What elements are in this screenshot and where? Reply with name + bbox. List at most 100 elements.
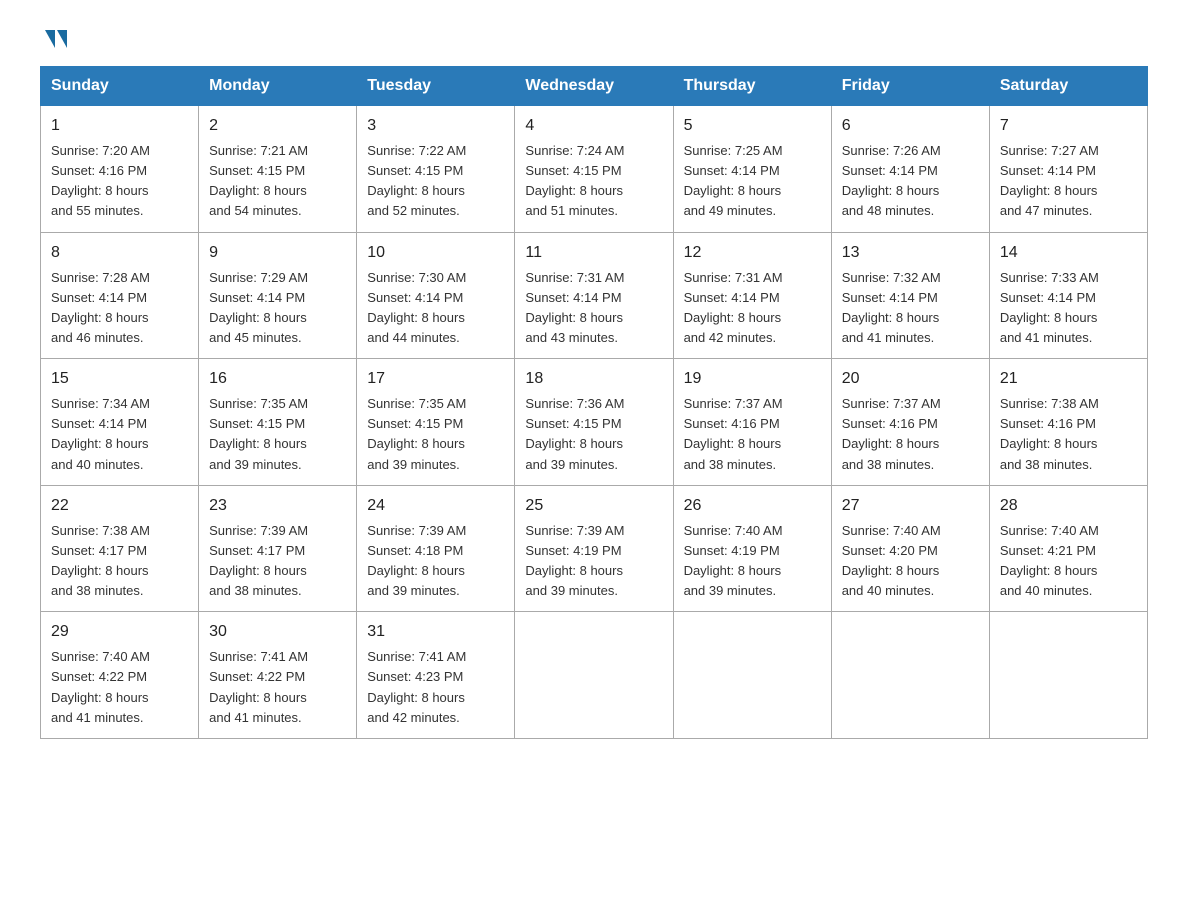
header-friday: Friday <box>831 67 989 106</box>
calendar-cell: 20 Sunrise: 7:37 AMSunset: 4:16 PMDayligh… <box>831 359 989 486</box>
calendar-cell: 26 Sunrise: 7:40 AMSunset: 4:19 PMDayligh… <box>673 485 831 612</box>
day-number: 23 <box>209 494 346 518</box>
calendar-cell: 23 Sunrise: 7:39 AMSunset: 4:17 PMDayligh… <box>199 485 357 612</box>
day-info: Sunrise: 7:21 AMSunset: 4:15 PMDaylight:… <box>209 143 308 218</box>
calendar-cell: 31 Sunrise: 7:41 AMSunset: 4:23 PMDayligh… <box>357 612 515 739</box>
day-number: 5 <box>684 114 821 138</box>
calendar-cell: 14 Sunrise: 7:33 AMSunset: 4:14 PMDayligh… <box>989 232 1147 359</box>
day-info: Sunrise: 7:34 AMSunset: 4:14 PMDaylight:… <box>51 396 150 471</box>
day-number: 2 <box>209 114 346 138</box>
day-number: 7 <box>1000 114 1137 138</box>
day-number: 15 <box>51 367 188 391</box>
day-number: 14 <box>1000 241 1137 265</box>
day-info: Sunrise: 7:40 AMSunset: 4:20 PMDaylight:… <box>842 523 941 598</box>
day-info: Sunrise: 7:31 AMSunset: 4:14 PMDaylight:… <box>684 270 783 345</box>
calendar-cell: 24 Sunrise: 7:39 AMSunset: 4:18 PMDayligh… <box>357 485 515 612</box>
calendar-cell: 10Sunrise: 7:30 AMSunset: 4:14 PMDayligh… <box>357 232 515 359</box>
calendar-week-5: 29 Sunrise: 7:40 AMSunset: 4:22 PMDayligh… <box>41 612 1148 739</box>
header-wednesday: Wednesday <box>515 67 673 106</box>
calendar-cell: 28 Sunrise: 7:40 AMSunset: 4:21 PMDayligh… <box>989 485 1147 612</box>
day-number: 29 <box>51 620 188 644</box>
day-number: 18 <box>525 367 662 391</box>
day-number: 22 <box>51 494 188 518</box>
calendar-cell: 7Sunrise: 7:27 AMSunset: 4:14 PMDaylight… <box>989 106 1147 233</box>
day-info: Sunrise: 7:40 AMSunset: 4:22 PMDaylight:… <box>51 649 150 724</box>
day-number: 31 <box>367 620 504 644</box>
page-header <box>40 30 1148 46</box>
day-info: Sunrise: 7:41 AMSunset: 4:23 PMDaylight:… <box>367 649 466 724</box>
day-number: 17 <box>367 367 504 391</box>
header-tuesday: Tuesday <box>357 67 515 106</box>
header-saturday: Saturday <box>989 67 1147 106</box>
calendar-table: SundayMondayTuesdayWednesdayThursdayFrid… <box>40 66 1148 739</box>
day-info: Sunrise: 7:31 AMSunset: 4:14 PMDaylight:… <box>525 270 624 345</box>
calendar-cell: 16 Sunrise: 7:35 AMSunset: 4:15 PMDayligh… <box>199 359 357 486</box>
day-number: 28 <box>1000 494 1137 518</box>
calendar-cell <box>831 612 989 739</box>
calendar-cell: 4Sunrise: 7:24 AMSunset: 4:15 PMDaylight… <box>515 106 673 233</box>
day-number: 3 <box>367 114 504 138</box>
day-info: Sunrise: 7:36 AMSunset: 4:15 PMDaylight:… <box>525 396 624 471</box>
day-info: Sunrise: 7:40 AMSunset: 4:19 PMDaylight:… <box>684 523 783 598</box>
calendar-cell <box>515 612 673 739</box>
day-info: Sunrise: 7:39 AMSunset: 4:18 PMDaylight:… <box>367 523 466 598</box>
day-number: 13 <box>842 241 979 265</box>
calendar-week-3: 15 Sunrise: 7:34 AMSunset: 4:14 PMDayligh… <box>41 359 1148 486</box>
day-info: Sunrise: 7:22 AMSunset: 4:15 PMDaylight:… <box>367 143 466 218</box>
logo-arrow-2 <box>57 30 67 48</box>
calendar-week-1: 1 Sunrise: 7:20 AMSunset: 4:16 PMDaylight… <box>41 106 1148 233</box>
calendar-cell: 3 Sunrise: 7:22 AMSunset: 4:15 PMDaylight… <box>357 106 515 233</box>
calendar-cell: 27 Sunrise: 7:40 AMSunset: 4:20 PMDayligh… <box>831 485 989 612</box>
calendar-cell: 6Sunrise: 7:26 AMSunset: 4:14 PMDaylight… <box>831 106 989 233</box>
day-number: 25 <box>525 494 662 518</box>
calendar-cell: 1 Sunrise: 7:20 AMSunset: 4:16 PMDaylight… <box>41 106 199 233</box>
day-info: Sunrise: 7:33 AMSunset: 4:14 PMDaylight:… <box>1000 270 1099 345</box>
calendar-cell: 25 Sunrise: 7:39 AMSunset: 4:19 PMDayligh… <box>515 485 673 612</box>
calendar-header-row: SundayMondayTuesdayWednesdayThursdayFrid… <box>41 67 1148 106</box>
calendar-cell: 8 Sunrise: 7:28 AMSunset: 4:14 PMDaylight… <box>41 232 199 359</box>
day-number: 12 <box>684 241 821 265</box>
day-number: 27 <box>842 494 979 518</box>
day-number: 9 <box>209 241 346 265</box>
calendar-cell: 2 Sunrise: 7:21 AMSunset: 4:15 PMDaylight… <box>199 106 357 233</box>
day-info: Sunrise: 7:41 AMSunset: 4:22 PMDaylight:… <box>209 649 308 724</box>
day-number: 16 <box>209 367 346 391</box>
day-number: 1 <box>51 114 188 138</box>
day-number: 24 <box>367 494 504 518</box>
calendar-cell: 30 Sunrise: 7:41 AMSunset: 4:22 PMDayligh… <box>199 612 357 739</box>
calendar-cell: 15 Sunrise: 7:34 AMSunset: 4:14 PMDayligh… <box>41 359 199 486</box>
day-info: Sunrise: 7:28 AMSunset: 4:14 PMDaylight:… <box>51 270 150 345</box>
day-info: Sunrise: 7:39 AMSunset: 4:17 PMDaylight:… <box>209 523 308 598</box>
calendar-cell: 17 Sunrise: 7:35 AMSunset: 4:15 PMDayligh… <box>357 359 515 486</box>
day-number: 19 <box>684 367 821 391</box>
day-number: 10 <box>367 241 504 265</box>
calendar-week-2: 8 Sunrise: 7:28 AMSunset: 4:14 PMDaylight… <box>41 232 1148 359</box>
day-number: 6 <box>842 114 979 138</box>
day-info: Sunrise: 7:25 AMSunset: 4:14 PMDaylight:… <box>684 143 783 218</box>
day-info: Sunrise: 7:38 AMSunset: 4:16 PMDaylight:… <box>1000 396 1099 471</box>
logo <box>40 30 67 46</box>
day-info: Sunrise: 7:29 AMSunset: 4:14 PMDaylight:… <box>209 270 308 345</box>
day-info: Sunrise: 7:38 AMSunset: 4:17 PMDaylight:… <box>51 523 150 598</box>
day-number: 20 <box>842 367 979 391</box>
day-info: Sunrise: 7:20 AMSunset: 4:16 PMDaylight:… <box>51 143 150 218</box>
day-info: Sunrise: 7:35 AMSunset: 4:15 PMDaylight:… <box>367 396 466 471</box>
calendar-cell: 21Sunrise: 7:38 AMSunset: 4:16 PMDayligh… <box>989 359 1147 486</box>
day-number: 30 <box>209 620 346 644</box>
day-info: Sunrise: 7:35 AMSunset: 4:15 PMDaylight:… <box>209 396 308 471</box>
calendar-cell: 13Sunrise: 7:32 AMSunset: 4:14 PMDayligh… <box>831 232 989 359</box>
calendar-cell: 29 Sunrise: 7:40 AMSunset: 4:22 PMDayligh… <box>41 612 199 739</box>
day-number: 8 <box>51 241 188 265</box>
calendar-cell: 19Sunrise: 7:37 AMSunset: 4:16 PMDayligh… <box>673 359 831 486</box>
day-info: Sunrise: 7:39 AMSunset: 4:19 PMDaylight:… <box>525 523 624 598</box>
day-info: Sunrise: 7:40 AMSunset: 4:21 PMDaylight:… <box>1000 523 1099 598</box>
day-number: 11 <box>525 241 662 265</box>
day-number: 4 <box>525 114 662 138</box>
day-info: Sunrise: 7:37 AMSunset: 4:16 PMDaylight:… <box>842 396 941 471</box>
calendar-cell <box>673 612 831 739</box>
day-number: 26 <box>684 494 821 518</box>
header-monday: Monday <box>199 67 357 106</box>
calendar-cell: 18 Sunrise: 7:36 AMSunset: 4:15 PMDayligh… <box>515 359 673 486</box>
calendar-cell: 12 Sunrise: 7:31 AMSunset: 4:14 PMDayligh… <box>673 232 831 359</box>
calendar-cell: 9 Sunrise: 7:29 AMSunset: 4:14 PMDaylight… <box>199 232 357 359</box>
